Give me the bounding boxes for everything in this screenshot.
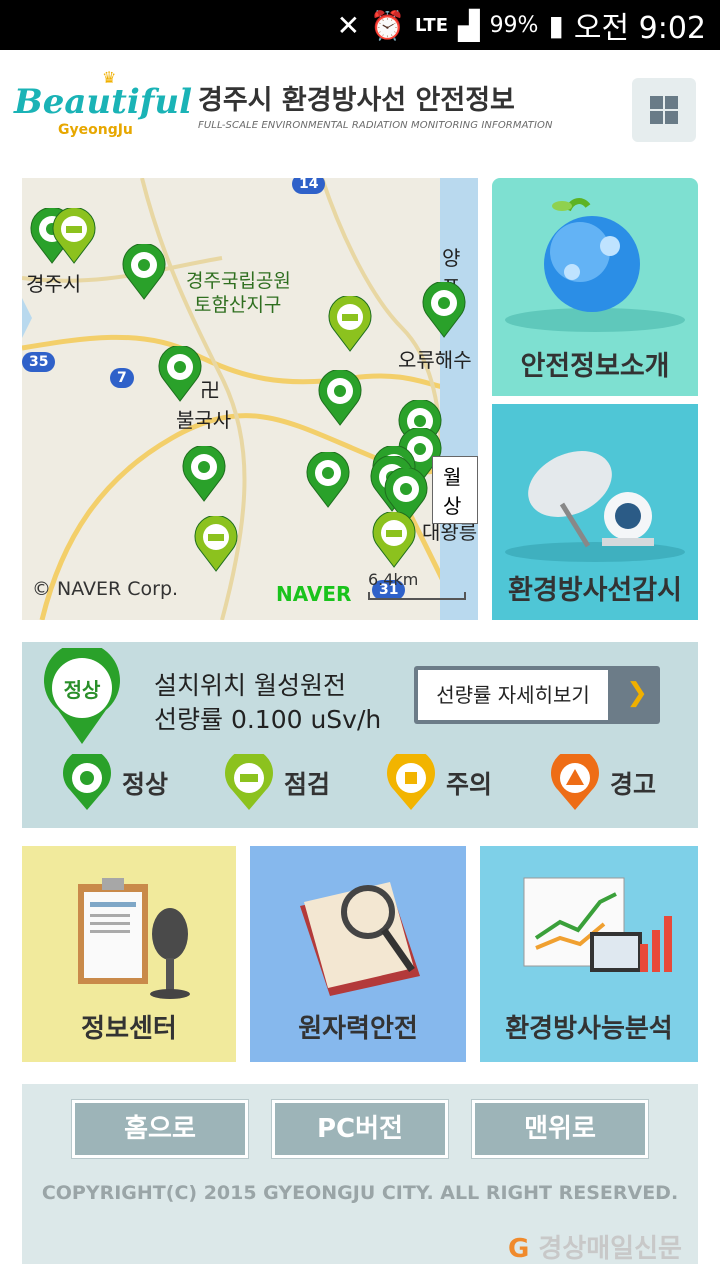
map-tooltip[interactable]: 월상 <box>432 456 478 524</box>
map-pin-check[interactable] <box>52 206 96 264</box>
road-shield-14: 14 <box>292 178 326 194</box>
grid-icon-cell <box>650 111 663 124</box>
chart-board-icon <box>523 877 672 972</box>
dose-rate-text: 선량률 0.100 uSv/h <box>154 705 382 734</box>
radiation-map[interactable]: 14 35 7 31 경주시 경주국립공원 토함산지구 불국사 卍 오류해수 양… <box>22 178 478 620</box>
map-pin-check[interactable] <box>372 510 416 568</box>
battery-percent: 99% <box>489 12 539 38</box>
radiation-monitor-tile[interactable]: 환경방사선감시 <box>492 404 698 620</box>
map-pin-check[interactable] <box>328 294 372 352</box>
watermark-logo-icon: G <box>508 1234 530 1264</box>
newspaper-watermark: G 경상매일신문 <box>508 1228 682 1265</box>
battery-icon: ▮ <box>548 8 564 42</box>
radioactivity-analysis-tile[interactable]: 환경방사능분석 <box>480 846 698 1062</box>
app-header: ♛ Beautiful GyeongJu 경주시 환경방사선 안전정보 FULL… <box>0 50 720 178</box>
satellite-camera-icon <box>505 451 685 562</box>
legend-normal: 정상 <box>62 754 168 812</box>
dose-detail-label: 선량률 자세히보기 <box>418 670 608 720</box>
legend-normal-label: 정상 <box>122 770 169 799</box>
clipboard-microphone-icon <box>78 878 190 999</box>
map-scale-text: 6.4km <box>368 570 419 589</box>
legend-warning-label: 경고 <box>610 770 657 799</box>
radioactivity-analysis-label: 환경방사능분석 <box>505 1014 673 1044</box>
legend-caution-label: 주의 <box>446 770 493 799</box>
watermark-text: 경상매일신문 <box>538 1234 682 1264</box>
gyeongju-logo[interactable]: ♛ Beautiful GyeongJu <box>14 68 193 140</box>
info-center-label: 정보센터 <box>81 1014 177 1044</box>
map-label-park: 경주국립공원 <box>186 270 291 292</box>
map-scale-bar <box>368 592 466 600</box>
grid-icon-cell <box>665 96 678 109</box>
signal-icon: ▟ <box>458 8 480 42</box>
map-pin-normal[interactable] <box>306 450 350 508</box>
logo-subtext: GyeongJu <box>58 122 133 138</box>
page-subtitle: FULL-SCALE ENVIRONMENTAL RADIATION MONIT… <box>198 120 553 131</box>
system-status-bar: ✕ ⏰ LTE ▟ 99% ▮ 오전 9:02 <box>0 0 720 50</box>
legend-warning: 경고 <box>550 754 656 812</box>
map-label-orryu: 오류해수 <box>398 348 472 372</box>
footer: 홈으로 PC버전 맨위로 COPYRIGHT(C) 2015 GYEONGJU … <box>22 1084 698 1264</box>
lte-indicator: LTE <box>414 14 449 36</box>
map-label-gyeongju: 경주시 <box>26 272 82 296</box>
radiation-monitor-label: 환경방사선감시 <box>508 575 682 606</box>
map-pin-check[interactable] <box>194 514 238 572</box>
map-pin-normal[interactable] <box>318 368 362 426</box>
back-to-top-button[interactable]: 맨위로 <box>472 1100 648 1158</box>
map-pin-normal[interactable] <box>422 280 466 338</box>
status-badge: 정상 <box>42 642 122 746</box>
dose-detail-button[interactable]: 선량률 자세히보기 ❯ <box>414 666 660 724</box>
nuclear-safety-label: 원자력안전 <box>298 1014 418 1044</box>
pc-version-button[interactable]: PC버전 <box>272 1100 448 1158</box>
alarm-icon: ⏰ <box>370 8 405 42</box>
nuclear-safety-tile[interactable]: 원자력안전 <box>250 846 466 1062</box>
map-label-bulguksa: 불국사 <box>176 408 232 432</box>
page-title: 경주시 환경방사선 안전정보 <box>198 85 515 116</box>
vibrate-mute-icon: ✕ <box>336 8 361 42</box>
map-pin-normal[interactable] <box>122 242 166 300</box>
clock: 오전 9:02 <box>573 11 706 46</box>
home-button[interactable]: 홈으로 <box>72 1100 248 1158</box>
safety-intro-tile[interactable]: 안전정보소개 <box>492 178 698 396</box>
legend-caution-icon <box>387 754 435 810</box>
legend-caution: 주의 <box>386 754 492 812</box>
book-magnifier-icon <box>300 882 420 996</box>
map-label-park-sub: 토함산지구 <box>194 294 282 316</box>
road-shield-35: 35 <box>22 352 56 372</box>
map-copyright: © NAVER Corp. <box>32 578 179 600</box>
road-shield-7: 7 <box>110 368 134 388</box>
naver-logo: NAVER <box>276 582 352 606</box>
copyright-text: COPYRIGHT(C) 2015 GYEONGJU CITY. ALL RIG… <box>41 1182 679 1204</box>
grid-icon-cell <box>665 111 678 124</box>
legend-normal-icon <box>63 754 111 810</box>
map-pin-normal[interactable] <box>158 344 202 402</box>
legend-warning-icon <box>551 754 599 810</box>
map-pin-normal[interactable] <box>182 444 226 502</box>
globe-icon <box>505 198 685 332</box>
status-badge-label: 정상 <box>63 678 101 702</box>
grid-icon <box>650 96 663 109</box>
safety-intro-label: 안전정보소개 <box>520 351 670 382</box>
info-center-tile[interactable]: 정보센터 <box>22 846 236 1062</box>
logo-text: Beautiful <box>14 82 193 122</box>
legend-check-icon <box>225 754 273 810</box>
menu-grid-button[interactable] <box>632 78 696 142</box>
legend-check-label: 점검 <box>284 770 331 799</box>
current-status-panel: 정상 설치위치 월성원전 선량률 0.100 uSv/h 선량률 자세히보기 ❯… <box>22 642 698 828</box>
legend-check: 점검 <box>224 754 330 812</box>
chevron-right-icon: ❯ <box>626 678 648 708</box>
temple-icon: 卍 <box>200 378 220 402</box>
install-location-text: 설치위치 월성원전 <box>154 671 346 700</box>
